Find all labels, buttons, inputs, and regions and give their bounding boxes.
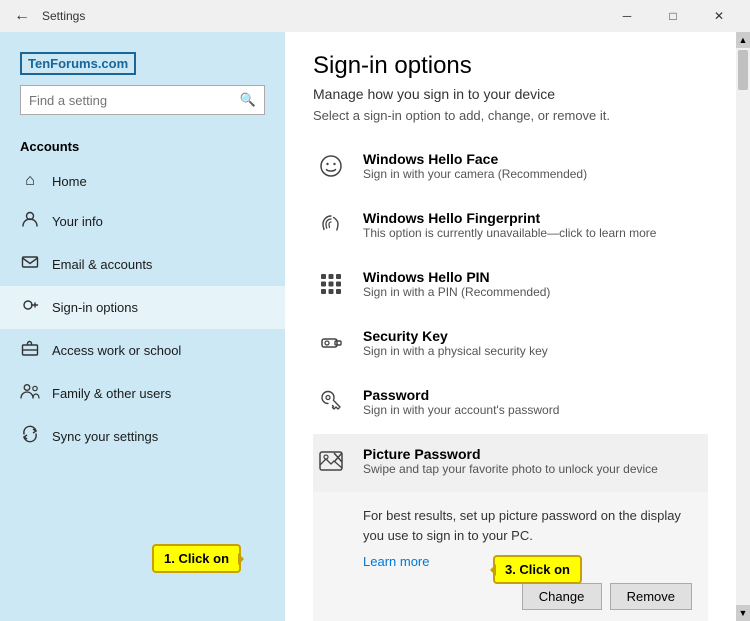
fingerprint-icon [313, 212, 349, 244]
sidebar-item-sync[interactable]: Sync your settings 2. Click on [0, 415, 285, 458]
face-icon [313, 153, 349, 185]
expanded-section: For best results, set up picture passwor… [313, 492, 708, 621]
pin-icon [313, 271, 349, 303]
sidebar-item-label: Sign-in options [52, 300, 138, 315]
briefcase-icon [20, 339, 40, 362]
family-icon [20, 382, 40, 405]
sidebar-item-sign-in[interactable]: Sign-in options 1. Click on [0, 286, 285, 329]
sync-icon [20, 425, 40, 448]
sidebar-item-your-info[interactable]: Your info [0, 200, 285, 243]
option-picture-password[interactable]: Picture Password Swipe and tap your favo… [313, 434, 708, 492]
sidebar: TenForums.com 🔍 Accounts ⌂ Home [0, 32, 285, 621]
security-key-icon [313, 330, 349, 362]
sidebar-item-family[interactable]: Family & other users [0, 372, 285, 415]
content-description: Select a sign-in option to add, change, … [313, 108, 708, 123]
sidebar-item-label: Home [52, 174, 87, 189]
content-subtitle: Manage how you sign in to your device [313, 86, 708, 102]
option-title: Windows Hello Face [363, 151, 587, 167]
home-icon: ⌂ [20, 172, 40, 190]
app-title: Settings [42, 9, 604, 23]
close-button[interactable]: ✕ [696, 0, 742, 32]
remove-button[interactable]: Remove [610, 583, 692, 610]
key-icon [20, 296, 40, 319]
sidebar-section-title: Accounts [0, 139, 285, 162]
callout-1: 1. Click on [152, 544, 241, 573]
content-area: Sign-in options Manage how you sign in t… [285, 32, 736, 621]
callout-3: 3. Click on [493, 555, 582, 584]
scrollbar: ▲ ▼ [736, 32, 750, 621]
sidebar-item-label: Email & accounts [52, 257, 152, 272]
scrollbar-down-button[interactable]: ▼ [736, 605, 750, 621]
option-password[interactable]: Password Sign in with your account's pas… [313, 375, 708, 434]
minimize-button[interactable]: ─ [604, 0, 650, 32]
option-list: Windows Hello Face Sign in with your cam… [313, 139, 708, 621]
option-desc: Swipe and tap your favorite photo to unl… [363, 462, 658, 476]
search-icon: 🔍 [240, 92, 256, 108]
option-desc: Sign in with a PIN (Recommended) [363, 285, 550, 299]
sidebar-item-label: Family & other users [52, 386, 171, 401]
option-title: Windows Hello PIN [363, 269, 550, 285]
email-icon [20, 253, 40, 276]
option-desc: This option is currently unavailable—cli… [363, 226, 656, 240]
scrollbar-thumb[interactable] [738, 50, 748, 90]
option-security-key[interactable]: Security Key Sign in with a physical sec… [313, 316, 708, 375]
sidebar-nav: ⌂ Home Your info [0, 162, 285, 621]
option-title: Picture Password [363, 446, 658, 462]
change-button[interactable]: Change [522, 583, 602, 610]
learn-more-link[interactable]: Learn more [363, 554, 429, 569]
password-icon [313, 389, 349, 421]
option-hello-pin[interactable]: Windows Hello PIN Sign in with a PIN (Re… [313, 257, 708, 316]
sidebar-item-label: Sync your settings [52, 429, 158, 444]
back-button[interactable]: ← [8, 2, 36, 30]
sidebar-item-home[interactable]: ⌂ Home [0, 162, 285, 200]
sidebar-item-label: Access work or school [52, 343, 181, 358]
picture-password-icon [313, 448, 349, 480]
option-hello-fingerprint[interactable]: Windows Hello Fingerprint This option is… [313, 198, 708, 257]
option-title: Windows Hello Fingerprint [363, 210, 656, 226]
title-bar: ← Settings ─ □ ✕ [0, 0, 750, 32]
sidebar-item-label: Your info [52, 214, 103, 229]
option-desc: Sign in with your camera (Recommended) [363, 167, 587, 181]
expanded-text: For best results, set up picture passwor… [363, 506, 692, 545]
option-desc: Sign in with your account's password [363, 403, 559, 417]
person-icon [20, 210, 40, 233]
option-title: Password [363, 387, 559, 403]
option-desc: Sign in with a physical security key [363, 344, 548, 358]
option-hello-face[interactable]: Windows Hello Face Sign in with your cam… [313, 139, 708, 198]
scrollbar-up-button[interactable]: ▲ [736, 32, 750, 48]
sidebar-item-access-work[interactable]: Access work or school [0, 329, 285, 372]
maximize-button[interactable]: □ [650, 0, 696, 32]
search-input[interactable] [29, 93, 240, 108]
option-title: Security Key [363, 328, 548, 344]
page-title: Sign-in options [313, 52, 708, 80]
watermark: TenForums.com [20, 52, 136, 75]
sidebar-item-email[interactable]: Email & accounts [0, 243, 285, 286]
